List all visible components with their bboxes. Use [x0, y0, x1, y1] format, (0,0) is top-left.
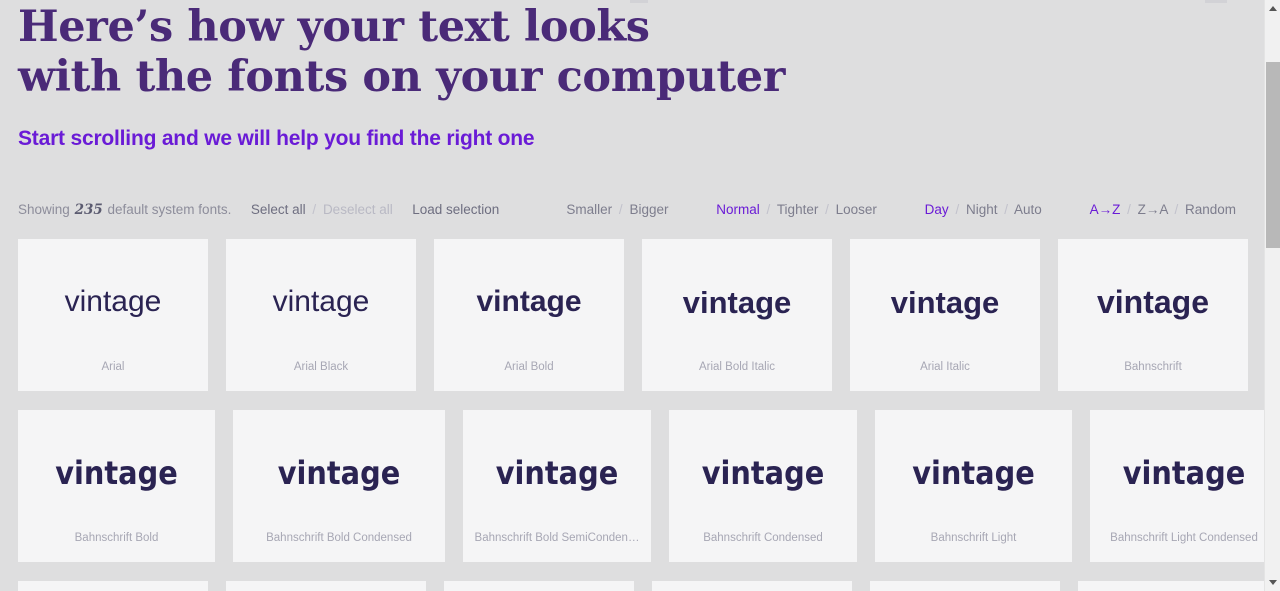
toolbar: Showing 235 default system fonts. Select…	[0, 198, 1264, 226]
tracking-controls: Normal / Tighter / Looser	[716, 202, 877, 217]
separator: /	[312, 202, 317, 217]
font-name-label: Bahnschrift Bold	[74, 532, 159, 544]
theme-auto-button[interactable]: Auto	[1014, 202, 1042, 217]
page-header: Here’s how your text looks with the font…	[0, 0, 1264, 152]
font-card[interactable]	[444, 581, 634, 591]
font-sample-text	[652, 581, 852, 591]
theme-night-button[interactable]: Night	[966, 202, 998, 217]
tracking-normal-button[interactable]: Normal	[716, 202, 760, 217]
font-name-label: Bahnschrift	[1124, 361, 1182, 373]
theme-controls: Day / Night / Auto	[925, 202, 1042, 217]
font-card[interactable]: vintage Arial Italic	[850, 239, 1040, 391]
font-card-grid: vintage Arial vintage Arial Black vintage Ari…	[18, 239, 1264, 591]
font-name-label: Bahnschrift Bold Condensed	[266, 532, 412, 544]
font-card-row: vintage Bahnschrift Bold vintage Bahnschrif…	[18, 410, 1264, 562]
font-card[interactable]: vintage Bahnschrift Bold	[18, 410, 215, 562]
font-card[interactable]: vintage Bahnschrift Light	[875, 410, 1072, 562]
bigger-button[interactable]: Bigger	[629, 202, 668, 217]
font-card[interactable]: vintage Bahnschrift Light Condensed	[1090, 410, 1264, 562]
tracking-tighter-button[interactable]: Tighter	[777, 202, 819, 217]
vertical-scrollbar[interactable]	[1264, 0, 1280, 591]
font-card[interactable]	[652, 581, 852, 591]
font-name-label: Arial Bold Italic	[698, 361, 776, 373]
font-card[interactable]: vintage Arial	[18, 239, 208, 391]
smaller-button[interactable]: Smaller	[566, 202, 612, 217]
font-card[interactable]: vintage Bahnschrift Bold SemiConden…	[463, 410, 651, 562]
triangle-up-icon	[1269, 6, 1277, 11]
theme-day-button[interactable]: Day	[925, 202, 949, 217]
select-all-button[interactable]: Select all	[251, 202, 306, 217]
separator: /	[618, 202, 623, 217]
font-card-row: vintage Arial vintage Arial Black vintage Ari…	[18, 239, 1248, 391]
tracking-looser-button[interactable]: Looser	[836, 202, 877, 217]
font-name-label: Arial	[101, 361, 125, 373]
font-sample-text	[18, 581, 208, 591]
font-card[interactable]: vintage Bahnschrift Bold Condensed	[233, 410, 445, 562]
font-card[interactable]: vintage Arial Black	[226, 239, 416, 391]
toolbar-left-group: Showing 235 default system fonts. Select…	[18, 202, 499, 218]
scrollbar-thumb[interactable]	[1266, 62, 1280, 248]
font-card[interactable]: vintage Arial Bold	[434, 239, 624, 391]
font-card[interactable]: vintage Arial Bold Italic	[642, 239, 832, 391]
separator: /	[955, 202, 960, 217]
font-sample-text	[444, 581, 634, 591]
font-card[interactable]: vintage Bahnschrift Condensed	[669, 410, 857, 562]
font-size-controls: Smaller / Bigger	[566, 202, 668, 217]
font-card[interactable]	[870, 581, 1060, 591]
separator: /	[1174, 202, 1179, 217]
sort-random-button[interactable]: Random	[1185, 202, 1236, 217]
load-selection-button[interactable]: Load selection	[412, 202, 499, 217]
font-name-label: Arial Bold	[504, 361, 554, 373]
separator: /	[766, 202, 771, 217]
font-name-label: Bahnschrift Condensed	[703, 532, 823, 544]
font-card[interactable]	[1078, 581, 1264, 591]
font-card[interactable]	[18, 581, 208, 591]
page-root: Here’s how your text looks with the font…	[0, 0, 1280, 591]
sort-ascending-button[interactable]: A→Z	[1090, 202, 1121, 217]
scroll-down-arrow-icon[interactable]	[1265, 574, 1280, 591]
triangle-down-icon	[1269, 580, 1277, 585]
font-name-label: Arial Italic	[920, 361, 970, 373]
page-subtitle: Start scrolling and we will help you fin…	[18, 127, 535, 150]
font-card-row	[18, 581, 1264, 591]
sort-descending-button[interactable]: Z→A	[1138, 202, 1168, 217]
scroll-up-arrow-icon[interactable]	[1265, 0, 1280, 17]
font-name-label: Bahnschrift Light Condensed	[1110, 532, 1258, 544]
separator: /	[1127, 202, 1131, 217]
page-title: Here’s how your text looks with the font…	[18, 2, 786, 102]
showing-prefix-label: Showing	[18, 202, 70, 217]
font-sample-text	[870, 581, 1060, 591]
font-card[interactable]	[226, 581, 426, 591]
font-sample-text	[1078, 581, 1264, 591]
font-name-label: Bahnschrift Bold SemiConden…	[474, 532, 640, 544]
separator: /	[1004, 202, 1009, 217]
deselect-all-button[interactable]: Deselect all	[323, 202, 393, 217]
showing-suffix-label: default system fonts.	[107, 202, 232, 217]
scroll-content: Here’s how your text looks with the font…	[0, 0, 1264, 591]
toolbar-right-group: Smaller / Bigger Normal / Tighter / Loos…	[566, 202, 1236, 217]
font-name-label: Bahnschrift Light	[930, 532, 1017, 544]
sort-controls: A→Z / Z→A / Random	[1090, 202, 1236, 217]
font-sample-text	[226, 581, 426, 591]
separator: /	[825, 202, 829, 217]
font-card[interactable]: vintage Bahnschrift	[1058, 239, 1248, 391]
font-count-value: 235	[74, 202, 103, 218]
font-name-label: Arial Black	[293, 361, 349, 373]
